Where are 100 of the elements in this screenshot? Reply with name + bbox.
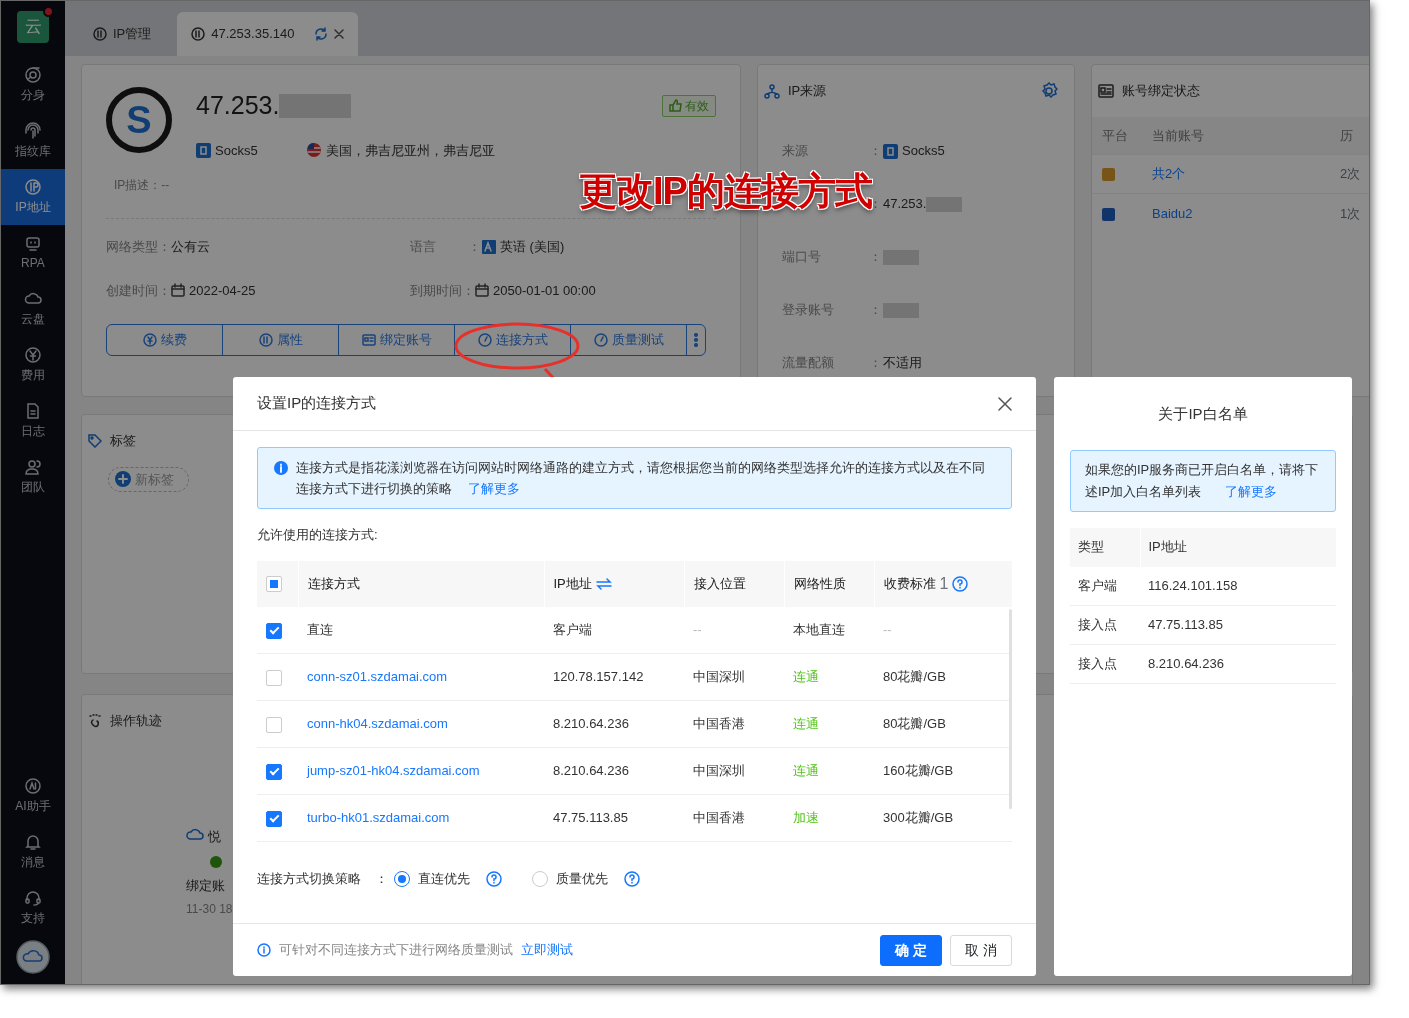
field-value: 2050-01-01 00:00	[493, 281, 596, 300]
test-now-link[interactable]: 立即测试	[521, 940, 573, 960]
gauge-icon	[477, 332, 492, 347]
table-cell: --	[684, 606, 784, 654]
tab[interactable]: IP管理	[79, 12, 166, 56]
checkbox[interactable]	[266, 576, 282, 593]
checkbox[interactable]	[266, 622, 282, 639]
circle-icon	[24, 777, 42, 795]
swap-icon[interactable]	[595, 577, 612, 590]
field-value: 47.253.	[883, 195, 927, 214]
language-icon	[482, 239, 496, 254]
checkbox[interactable]	[266, 810, 282, 827]
account-link[interactable]: 共2个	[1152, 166, 1186, 182]
table-cell: 中国香港	[684, 700, 784, 748]
settings-icon[interactable]	[1040, 81, 1058, 100]
field-colon: ：	[869, 354, 883, 373]
info-icon	[257, 943, 271, 957]
panel-title: 关于IP白名单	[1157, 404, 1249, 424]
sidebar-item[interactable]: 团队	[1, 449, 65, 505]
tab[interactable]: 47.253.35.140	[177, 12, 359, 56]
checkbox[interactable]	[266, 763, 282, 780]
learn-more-link[interactable]: 了解更多	[468, 481, 520, 496]
valid-tag: 有效	[662, 94, 716, 117]
dialog-button[interactable]: 确 定	[880, 934, 943, 966]
sidebar-item[interactable]: IP地址	[1, 169, 65, 225]
table-cell: 8.210.64.236	[544, 700, 684, 748]
connection-link[interactable]: conn-sz01.szdamai.com	[307, 669, 448, 685]
circle-icon	[93, 27, 107, 41]
tag-icon	[88, 433, 102, 448]
close-icon[interactable]	[998, 396, 1012, 411]
action-button[interactable]: 续费	[106, 324, 223, 356]
event-action: 绑定账	[186, 877, 226, 895]
dialog-title: 设置IP的连接方式	[257, 393, 377, 414]
help-icon[interactable]	[952, 575, 969, 592]
robot-icon	[24, 234, 42, 252]
connection-link[interactable]: turbo-hk01.szdamai.com	[307, 810, 450, 826]
field-colon: ：	[869, 248, 883, 267]
dialog-button[interactable]: 取 消	[950, 934, 1012, 966]
help-icon[interactable]	[624, 870, 640, 887]
field-value: 2022-04-25	[189, 281, 256, 300]
timeline-dot	[210, 856, 222, 868]
table-cell: 中国深圳	[684, 747, 784, 795]
radio-option[interactable]: 质量优先	[532, 869, 608, 889]
calendar-icon	[475, 283, 489, 298]
field-label: 语言	[410, 238, 437, 256]
column-header: 网络性质	[793, 574, 846, 593]
more-icon	[694, 332, 698, 347]
learn-more-link[interactable]: 了解更多	[1225, 483, 1278, 499]
plus-icon	[115, 471, 131, 488]
table-cell: 连通	[784, 700, 874, 748]
column-header: 平台	[1092, 116, 1142, 155]
field-colon: ：	[869, 142, 883, 161]
close-icon[interactable]	[334, 29, 345, 39]
avatar-icon[interactable]	[16, 940, 50, 974]
event-time: 11-30 18	[186, 900, 234, 918]
help-icon[interactable]	[486, 870, 502, 887]
coin-icon	[142, 332, 157, 347]
sidebar-item[interactable]: RPA	[1, 225, 65, 281]
sidebar-item[interactable]: 费用	[1, 337, 65, 393]
fingerprint-icon	[24, 122, 42, 140]
connection-link[interactable]: jump-sz01-hk04.szdamai.com	[307, 763, 480, 779]
checkbox[interactable]	[266, 669, 282, 686]
sidebar-item[interactable]: AI助手	[1, 768, 65, 824]
sidebar-item[interactable]: 日志	[1, 393, 65, 449]
info-icon	[274, 461, 288, 475]
sidebar-item[interactable]: 云盘	[1, 281, 65, 337]
circle-icon	[258, 332, 273, 347]
column-header: 类型	[1070, 527, 1140, 567]
table-cell: 47.75.113.85	[544, 794, 684, 842]
field-label: 流量配额	[782, 354, 835, 373]
calendar-icon	[171, 283, 185, 298]
account-link[interactable]: Baidu2	[1152, 205, 1193, 221]
column-header: 接入位置	[693, 574, 746, 593]
table-cell: 1次	[1330, 193, 1369, 233]
person-icon	[24, 458, 42, 476]
sidebar-item[interactable]: 消息	[1, 824, 65, 880]
connection-link[interactable]: conn-hk04.szdamai.com	[307, 716, 448, 732]
sidebar-item[interactable]: 支持	[1, 880, 65, 936]
id-card-icon	[361, 332, 376, 347]
action-button[interactable]: 连接方式	[454, 324, 571, 356]
action-button[interactable]: 绑定账号	[338, 324, 455, 356]
table-cell: 116.24.101.158	[1140, 566, 1336, 606]
checkbox[interactable]	[266, 716, 282, 733]
protocol-label: Socks5	[215, 141, 258, 160]
thumbs-up-icon	[669, 99, 682, 113]
action-button[interactable]: 质量测试	[570, 324, 687, 356]
radio-option[interactable]: 直连优先	[394, 869, 470, 889]
card-title: 操作轨迹	[110, 712, 162, 730]
platform-icon	[1102, 168, 1115, 182]
sidebar-item[interactable]: 分身	[1, 57, 65, 113]
field-label: 端口号	[782, 248, 822, 267]
field-label: 来源	[782, 142, 809, 161]
sidebar-item[interactable]: 指纹库	[1, 113, 65, 169]
more-button[interactable]	[686, 324, 706, 356]
table-cell: 接入点	[1070, 644, 1140, 684]
action-button[interactable]: 属性	[222, 324, 339, 356]
gauge-icon	[593, 332, 608, 347]
table-cell: 2次	[1330, 154, 1369, 194]
table-cell: 直连	[307, 622, 333, 637]
column-header: IP地址	[553, 574, 592, 593]
